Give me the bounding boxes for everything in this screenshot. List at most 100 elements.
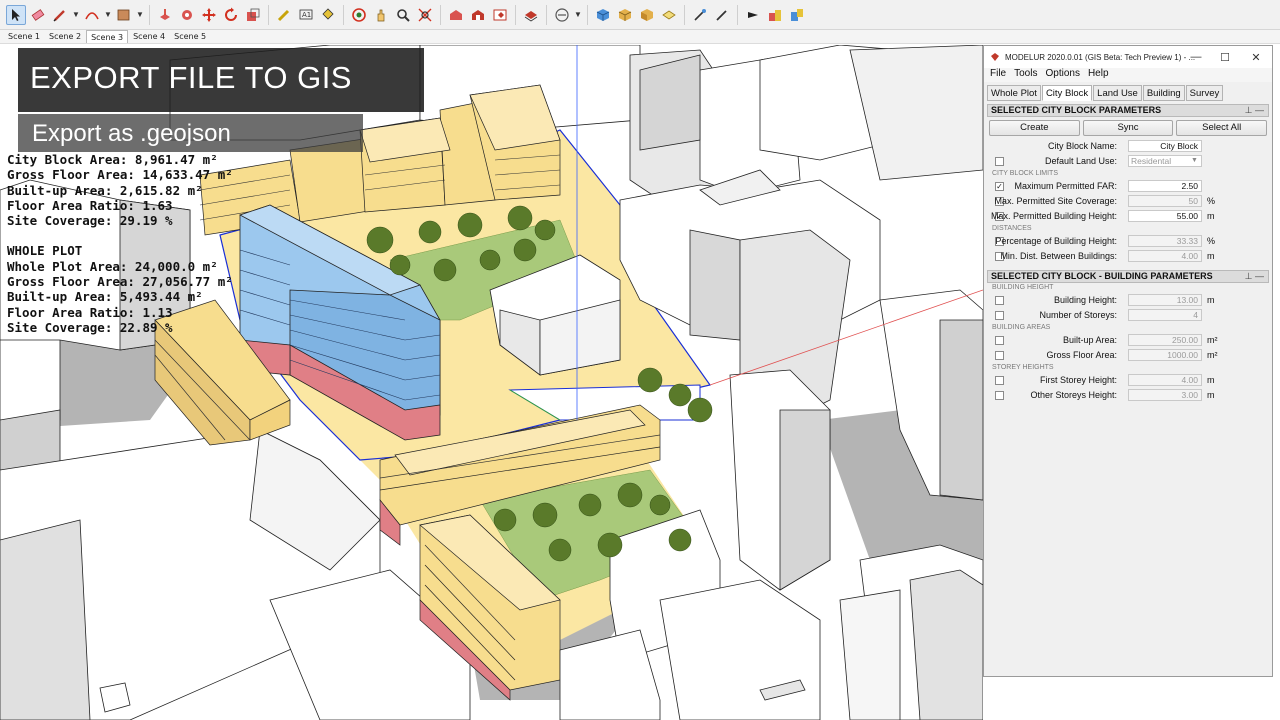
scene-tab-active[interactable]: Scene 3 — [86, 30, 129, 43]
top-icon[interactable] — [615, 5, 635, 25]
city-block-name-row: City Block Name: City Block — [987, 139, 1269, 154]
tab-building[interactable]: Building — [1142, 85, 1185, 101]
create-button[interactable]: Create — [989, 120, 1080, 136]
extension-icon[interactable] — [468, 5, 488, 25]
section-header[interactable]: SELECTED CITY BLOCK - BUILDING PARAMETER… — [987, 270, 1269, 283]
pencil-icon[interactable] — [50, 5, 70, 25]
field-label: City Block Name: — [1047, 141, 1117, 151]
site-coverage-input[interactable]: 50 — [1128, 195, 1202, 207]
collapse-icon[interactable]: ⊥ — — [1245, 271, 1264, 282]
push-pull-icon[interactable] — [155, 5, 175, 25]
rectangle-icon[interactable] — [114, 5, 134, 25]
select-all-button[interactable]: Select All — [1176, 120, 1268, 136]
follow-me-icon[interactable] — [177, 5, 197, 25]
toolbar-divider — [440, 4, 441, 25]
ruby-icon[interactable] — [490, 5, 510, 25]
scene-tab[interactable]: Scene 5 — [170, 30, 211, 43]
arrow-icon[interactable] — [743, 5, 763, 25]
eraser-icon[interactable] — [28, 5, 48, 25]
field-label: Number of Storeys: — [1039, 310, 1117, 320]
panel-menubar: File Tools Options Help — [984, 68, 1272, 82]
eyedropper-icon[interactable] — [690, 5, 710, 25]
menu-options[interactable]: Options — [1045, 68, 1079, 82]
city-block-parameters-section: SELECTED CITY BLOCK PARAMETERS ⊥ — Creat… — [987, 104, 1269, 264]
pan-icon[interactable] — [371, 5, 391, 25]
menu-file[interactable]: File — [990, 68, 1006, 82]
toolbar-divider — [546, 4, 547, 25]
modelur-icon[interactable] — [765, 5, 785, 25]
storeys-checkbox[interactable] — [995, 311, 1004, 320]
default-land-use-checkbox[interactable] — [995, 157, 1004, 166]
brush-icon[interactable] — [712, 5, 732, 25]
field-label: Min. Dist. Between Buildings: — [1000, 251, 1117, 261]
minimize-button[interactable]: — — [1190, 51, 1202, 63]
scale-icon[interactable] — [243, 5, 263, 25]
far-input[interactable]: 2.50 — [1128, 180, 1202, 192]
unit-label: m² — [1207, 335, 1218, 345]
collapse-icon[interactable]: ⊥ — — [1245, 105, 1264, 116]
far-checkbox[interactable]: ✓ — [995, 182, 1004, 191]
close-button[interactable]: ✕ — [1250, 51, 1262, 64]
field-label: Max. Permitted Building Height: — [990, 211, 1117, 221]
gross-floor-area-row: Gross Floor Area: 1000.00 m² — [987, 348, 1269, 363]
built-up-area-row: Built-up Area: 250.00 m² — [987, 333, 1269, 348]
zoom-icon[interactable] — [393, 5, 413, 25]
sync-button[interactable]: Sync — [1082, 120, 1174, 136]
menu-tools[interactable]: Tools — [1014, 68, 1037, 82]
city-block-name-input[interactable]: City Block — [1128, 140, 1202, 152]
stat-line: Gross Floor Area: 27,056.77 m² — [7, 274, 233, 290]
far-row: ✓ Maximum Permitted FAR: 2.50 — [987, 179, 1269, 194]
chevron-down-icon[interactable]: ▼ — [72, 10, 80, 19]
tape-measure-icon[interactable] — [274, 5, 294, 25]
chevron-down-icon[interactable]: ▼ — [1191, 157, 1198, 164]
menu-help[interactable]: Help — [1088, 68, 1109, 82]
building-height-checkbox[interactable] — [995, 296, 1004, 305]
warehouse-icon[interactable] — [446, 5, 466, 25]
building-height-input[interactable]: 13.00 — [1128, 294, 1202, 306]
move-icon[interactable] — [199, 5, 219, 25]
front-icon[interactable] — [637, 5, 657, 25]
tab-whole-plot[interactable]: Whole Plot — [987, 85, 1041, 101]
gross-floor-area-checkbox[interactable] — [995, 351, 1004, 360]
field-label: Built-up Area: — [1062, 335, 1117, 345]
height-percentage-input[interactable]: 33.33 — [1128, 235, 1202, 247]
scene-tab[interactable]: Scene 4 — [129, 30, 170, 43]
right-icon[interactable] — [659, 5, 679, 25]
storeys-input[interactable]: 4 — [1128, 309, 1202, 321]
stat-line: Site Coverage: 29.19 % — [7, 213, 173, 229]
first-storey-input[interactable]: 4.00 — [1128, 374, 1202, 386]
ruby-icon — [991, 53, 999, 61]
paint-bucket-icon[interactable] — [318, 5, 338, 25]
min-distance-input[interactable]: 4.00 — [1128, 250, 1202, 262]
other-storeys-checkbox[interactable] — [995, 391, 1004, 400]
orbit-icon[interactable] — [349, 5, 369, 25]
scene-tab[interactable]: Scene 1 — [4, 30, 45, 43]
chevron-down-icon[interactable]: ▼ — [104, 10, 112, 19]
rotate-icon[interactable] — [221, 5, 241, 25]
other-storeys-input[interactable]: 3.00 — [1128, 389, 1202, 401]
scene-tab[interactable]: Scene 2 — [45, 30, 86, 43]
tab-survey[interactable]: Survey — [1185, 85, 1224, 101]
built-up-area-checkbox[interactable] — [995, 336, 1004, 345]
stat-line: City Block Area: 8,961.47 m² — [7, 152, 218, 167]
stat-line: Floor Area Ratio: 1.63 — [7, 197, 173, 213]
tab-city-block[interactable]: City Block — [1041, 85, 1093, 101]
section-header[interactable]: SELECTED CITY BLOCK PARAMETERS ⊥ — — [987, 104, 1269, 117]
first-storey-checkbox[interactable] — [995, 376, 1004, 385]
export-icon[interactable] — [787, 5, 807, 25]
section-icon[interactable] — [552, 5, 572, 25]
maximize-button[interactable]: ☐ — [1219, 51, 1231, 64]
text-icon[interactable]: A1 — [296, 5, 316, 25]
layers-icon[interactable] — [521, 5, 541, 25]
chevron-down-icon[interactable]: ▼ — [136, 10, 144, 19]
storeys-row: Number of Storeys: 4 — [987, 308, 1269, 323]
iso-icon[interactable] — [593, 5, 613, 25]
building-height-limit-input[interactable]: 55.00 — [1128, 210, 1202, 222]
built-up-area-input[interactable]: 250.00 — [1128, 334, 1202, 346]
zoom-extents-icon[interactable] — [415, 5, 435, 25]
chevron-down-icon[interactable]: ▼ — [574, 10, 582, 19]
arc-icon[interactable] — [82, 5, 102, 25]
select-icon[interactable] — [6, 4, 26, 25]
tab-land-use[interactable]: Land Use — [1093, 85, 1142, 101]
gross-floor-area-input[interactable]: 1000.00 — [1128, 349, 1202, 361]
